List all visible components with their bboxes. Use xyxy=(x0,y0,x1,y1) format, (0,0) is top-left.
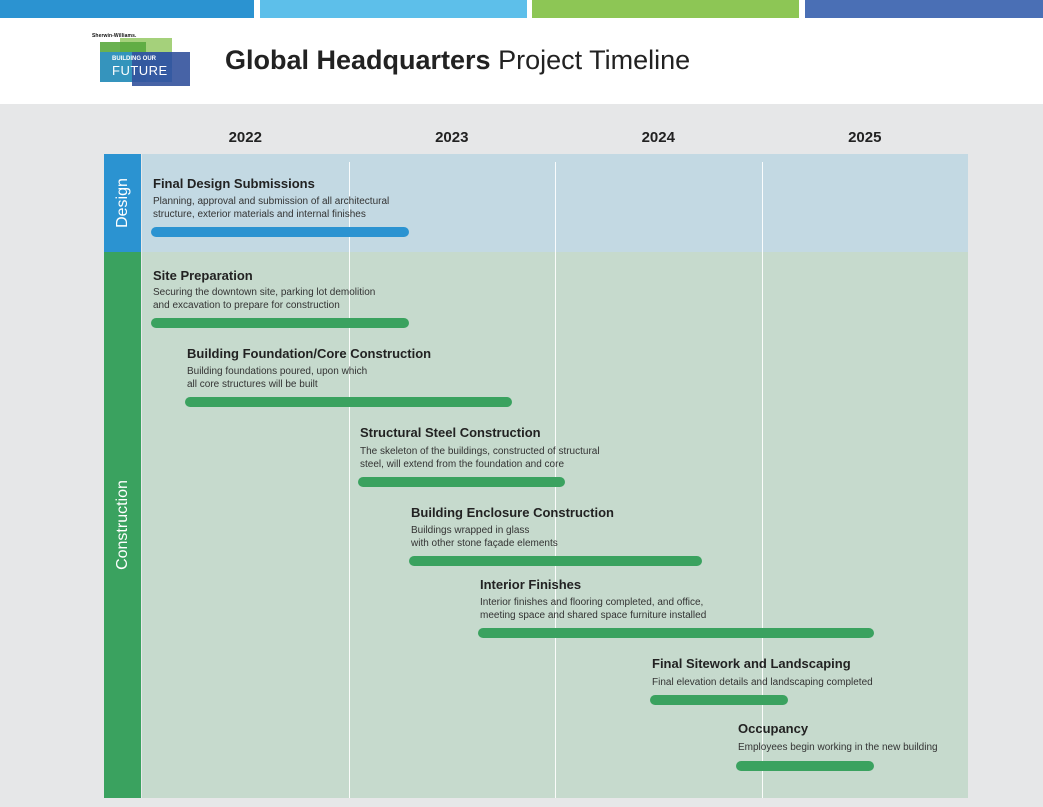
year-label-2023: 2023 xyxy=(435,129,469,146)
header-stripe-4 xyxy=(805,0,1043,18)
task-description: The skeleton of the buildings, construct… xyxy=(360,446,600,470)
task-bar xyxy=(478,628,874,638)
title-bold: Global Headquarters xyxy=(225,45,491,75)
task-description: Employees begin working in the new build… xyxy=(738,742,938,753)
task-title: Site Preparation xyxy=(153,268,253,283)
task-bar xyxy=(409,556,702,566)
year-label-2024: 2024 xyxy=(641,129,675,146)
year-label-2022: 2022 xyxy=(228,129,262,146)
task-description: Securing the downtown site, parking lot … xyxy=(153,287,376,311)
task-title: Structural Steel Construction xyxy=(360,425,541,440)
logo-line2: FUTURE xyxy=(112,63,168,78)
task-title: Occupancy xyxy=(738,721,809,736)
phase-label-construction: Construction xyxy=(113,480,131,570)
year-gridline-2023 xyxy=(349,162,350,798)
task-title: Final Sitework and Landscaping xyxy=(652,656,851,671)
phase-tab-design: Design xyxy=(104,154,141,252)
task-description: Final elevation details and landscaping … xyxy=(652,677,873,688)
task-description: Planning, approval and submission of all… xyxy=(153,196,390,220)
task-description: Building foundations poured, upon which … xyxy=(187,366,368,390)
task-title: Building Foundation/Core Construction xyxy=(187,346,432,361)
header-stripe-3 xyxy=(532,0,799,18)
task-bar xyxy=(358,477,565,487)
task-description: Buildings wrapped in glass with other st… xyxy=(411,525,558,549)
task-bar xyxy=(151,318,409,328)
phase-label-design: Design xyxy=(113,178,131,228)
year-label-2025: 2025 xyxy=(848,129,882,146)
task-bar xyxy=(151,227,409,237)
task-title: Interior Finishes xyxy=(480,577,582,592)
task-bar xyxy=(650,695,788,705)
task-bar xyxy=(736,761,874,771)
page-title: Global Headquarters Project Timeline xyxy=(225,45,690,76)
building-our-future-logo: Sherwin-Williams. BUILDING OUR FUTURE xyxy=(92,32,192,88)
phase-tab-construction: Construction xyxy=(104,252,141,798)
header-stripe-1 xyxy=(0,0,254,18)
title-light: Project Timeline xyxy=(498,45,691,75)
header-stripe-2 xyxy=(260,0,527,18)
task-bar xyxy=(185,397,512,407)
logo-line1: BUILDING OUR xyxy=(112,56,156,62)
task-title: Building Enclosure Construction xyxy=(411,505,614,520)
task-title: Final Design Submissions xyxy=(153,176,315,191)
task-description: Interior finishes and flooring completed… xyxy=(480,597,707,621)
